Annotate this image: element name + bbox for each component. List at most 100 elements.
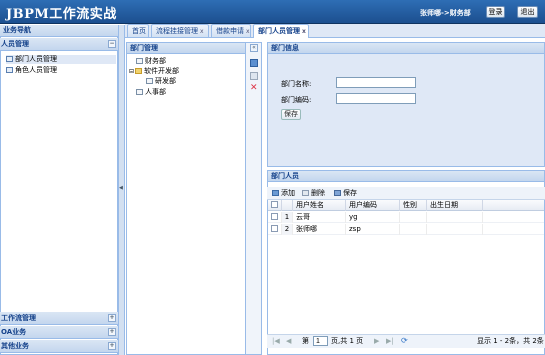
page-total-text: 页,共 1 页 xyxy=(331,337,364,345)
row-select-cell[interactable] xyxy=(268,212,282,223)
nav-section-label: OA业务 xyxy=(1,328,27,336)
logout-button[interactable]: 退出 xyxy=(517,6,538,18)
app-title: JBPM工作流实战 xyxy=(6,7,117,22)
collapse-icon[interactable]: − xyxy=(108,40,116,48)
tree-node-label: 研发部 xyxy=(155,77,176,85)
tree-node-label: 财务部 xyxy=(145,57,166,65)
add-staff-button[interactable]: 添加 xyxy=(272,188,295,199)
rownum-header xyxy=(282,200,293,211)
tab-dept-staff[interactable]: 部门人员管理 x xyxy=(253,24,309,38)
expand-icon[interactable]: + xyxy=(108,328,116,336)
nav-section-label: 工作流管理 xyxy=(1,314,36,322)
delete-icon xyxy=(302,190,309,196)
nav-item-role-staff[interactable]: 角色人员管理 xyxy=(6,66,57,75)
cell-code[interactable]: yg xyxy=(346,212,400,223)
col-code[interactable]: 用户编码 xyxy=(346,200,400,211)
tab-process-mount[interactable]: 流程挂接管理 x xyxy=(151,24,209,37)
nav-section-workflow[interactable]: 工作流管理 + xyxy=(0,312,118,325)
page-number-input[interactable] xyxy=(313,336,328,346)
folder-icon xyxy=(135,68,143,74)
file-icon xyxy=(136,89,143,95)
grid-header: 用户姓名 用户编码 性别 出生日期 xyxy=(268,200,544,211)
nav-splitter[interactable]: ◀ xyxy=(118,25,125,355)
cell-birth[interactable] xyxy=(427,224,483,235)
tree-node-hr[interactable]: 人事部 xyxy=(136,88,166,97)
dept-save-button[interactable]: 保存 xyxy=(281,109,301,120)
tree-node-label: 人事部 xyxy=(145,88,166,96)
collapse-tree-icon[interactable]: « xyxy=(250,44,258,52)
collapse-left-icon[interactable]: ◀ xyxy=(119,185,123,191)
add-staff-label: 添加 xyxy=(281,189,295,197)
expand-icon[interactable]: + xyxy=(108,342,116,350)
row-select-cell[interactable] xyxy=(268,224,282,235)
nav-section-personnel[interactable]: 人员管理 − xyxy=(0,38,118,51)
cell-gender[interactable] xyxy=(400,224,427,235)
tab-label: 部门人员管理 xyxy=(258,27,300,35)
nav-item-label: 角色人员管理 xyxy=(15,66,57,74)
row-checkbox[interactable] xyxy=(271,225,278,232)
close-icon[interactable]: x xyxy=(200,28,204,35)
expand-icon[interactable]: + xyxy=(108,314,116,322)
dept-code-input[interactable] xyxy=(336,93,416,104)
col-gender[interactable]: 性别 xyxy=(400,200,427,211)
tab-home[interactable]: 首页 xyxy=(127,24,149,37)
delete-staff-label: 删除 xyxy=(311,189,325,197)
dept-code-label: 部门编码: xyxy=(281,96,312,104)
tab-label: 流程挂接管理 xyxy=(156,27,198,35)
list-icon xyxy=(6,56,13,62)
dept-info-title: 部门信息 xyxy=(268,43,544,54)
prev-page-icon[interactable]: ◀ xyxy=(286,336,291,346)
edit-dept-icon[interactable] xyxy=(250,72,258,80)
save-icon xyxy=(334,190,341,196)
cell-name[interactable]: 张师哪 xyxy=(293,224,346,235)
nav-section-oa[interactable]: OA业务 + xyxy=(0,326,118,339)
tab-loan-request[interactable]: 借款申请 x xyxy=(211,24,251,37)
select-all-cell[interactable] xyxy=(268,200,282,211)
delete-staff-button[interactable]: 删除 xyxy=(302,188,325,199)
tree-node-label: 软件开发部 xyxy=(144,67,180,75)
minus-icon[interactable]: ⊟ xyxy=(129,68,134,75)
save-staff-label: 保存 xyxy=(343,189,357,197)
cell-gender[interactable] xyxy=(400,212,427,223)
tab-label: 借款申请 xyxy=(216,27,244,35)
login-button[interactable]: 登录 xyxy=(486,6,505,18)
refresh-icon[interactable]: ⟳ xyxy=(401,336,408,346)
cell-birth[interactable] xyxy=(427,212,483,223)
row-checkbox[interactable] xyxy=(271,213,278,220)
cell-name[interactable]: 云哥 xyxy=(293,212,346,223)
row-number: 1 xyxy=(282,212,293,223)
nav-section-other[interactable]: 其他业务 + xyxy=(0,340,118,353)
tree-node-rd[interactable]: 研发部 xyxy=(146,77,176,86)
tree-node-finance[interactable]: 财务部 xyxy=(136,57,166,66)
close-icon[interactable]: x xyxy=(246,28,250,35)
table-row[interactable]: 2 张师哪 zsp xyxy=(268,224,544,235)
select-all-checkbox[interactable] xyxy=(271,201,278,208)
table-row[interactable]: 1 云哥 yg xyxy=(268,212,544,223)
file-icon xyxy=(146,78,153,84)
add-dept-icon[interactable] xyxy=(250,59,258,67)
dept-tree-title: 部门管理 xyxy=(127,43,245,54)
nav-item-label: 部门人员管理 xyxy=(15,55,57,63)
first-page-icon[interactable]: |◀ xyxy=(272,336,280,346)
add-icon xyxy=(272,190,279,196)
row-number: 2 xyxy=(282,224,293,235)
nav-section-label: 其他业务 xyxy=(1,342,29,350)
current-user-text: 张师哪->财务部 xyxy=(420,9,471,17)
page-prefix: 第 xyxy=(302,337,309,345)
save-staff-button[interactable]: 保存 xyxy=(334,188,357,199)
dept-name-input[interactable] xyxy=(336,77,416,88)
next-page-icon[interactable]: ▶ xyxy=(374,336,379,346)
tab-label: 首页 xyxy=(132,27,146,35)
business-nav-title: 业务导航 xyxy=(0,25,118,37)
nav-item-dept-staff[interactable]: 部门人员管理 xyxy=(6,55,116,64)
delete-dept-icon[interactable]: ✕ xyxy=(250,84,258,93)
dept-staff-title: 部门人员 xyxy=(268,171,544,182)
close-icon[interactable]: x xyxy=(302,28,306,35)
pager-summary: 显示 1 - 2条，共 2条 xyxy=(477,337,544,345)
tree-node-software[interactable]: ⊟ 软件开发部 xyxy=(129,67,179,76)
dept-name-label: 部门名称: xyxy=(281,80,312,88)
col-name[interactable]: 用户姓名 xyxy=(293,200,346,211)
last-page-icon[interactable]: ▶| xyxy=(386,336,394,346)
col-birth[interactable]: 出生日期 xyxy=(427,200,483,211)
cell-code[interactable]: zsp xyxy=(346,224,400,235)
